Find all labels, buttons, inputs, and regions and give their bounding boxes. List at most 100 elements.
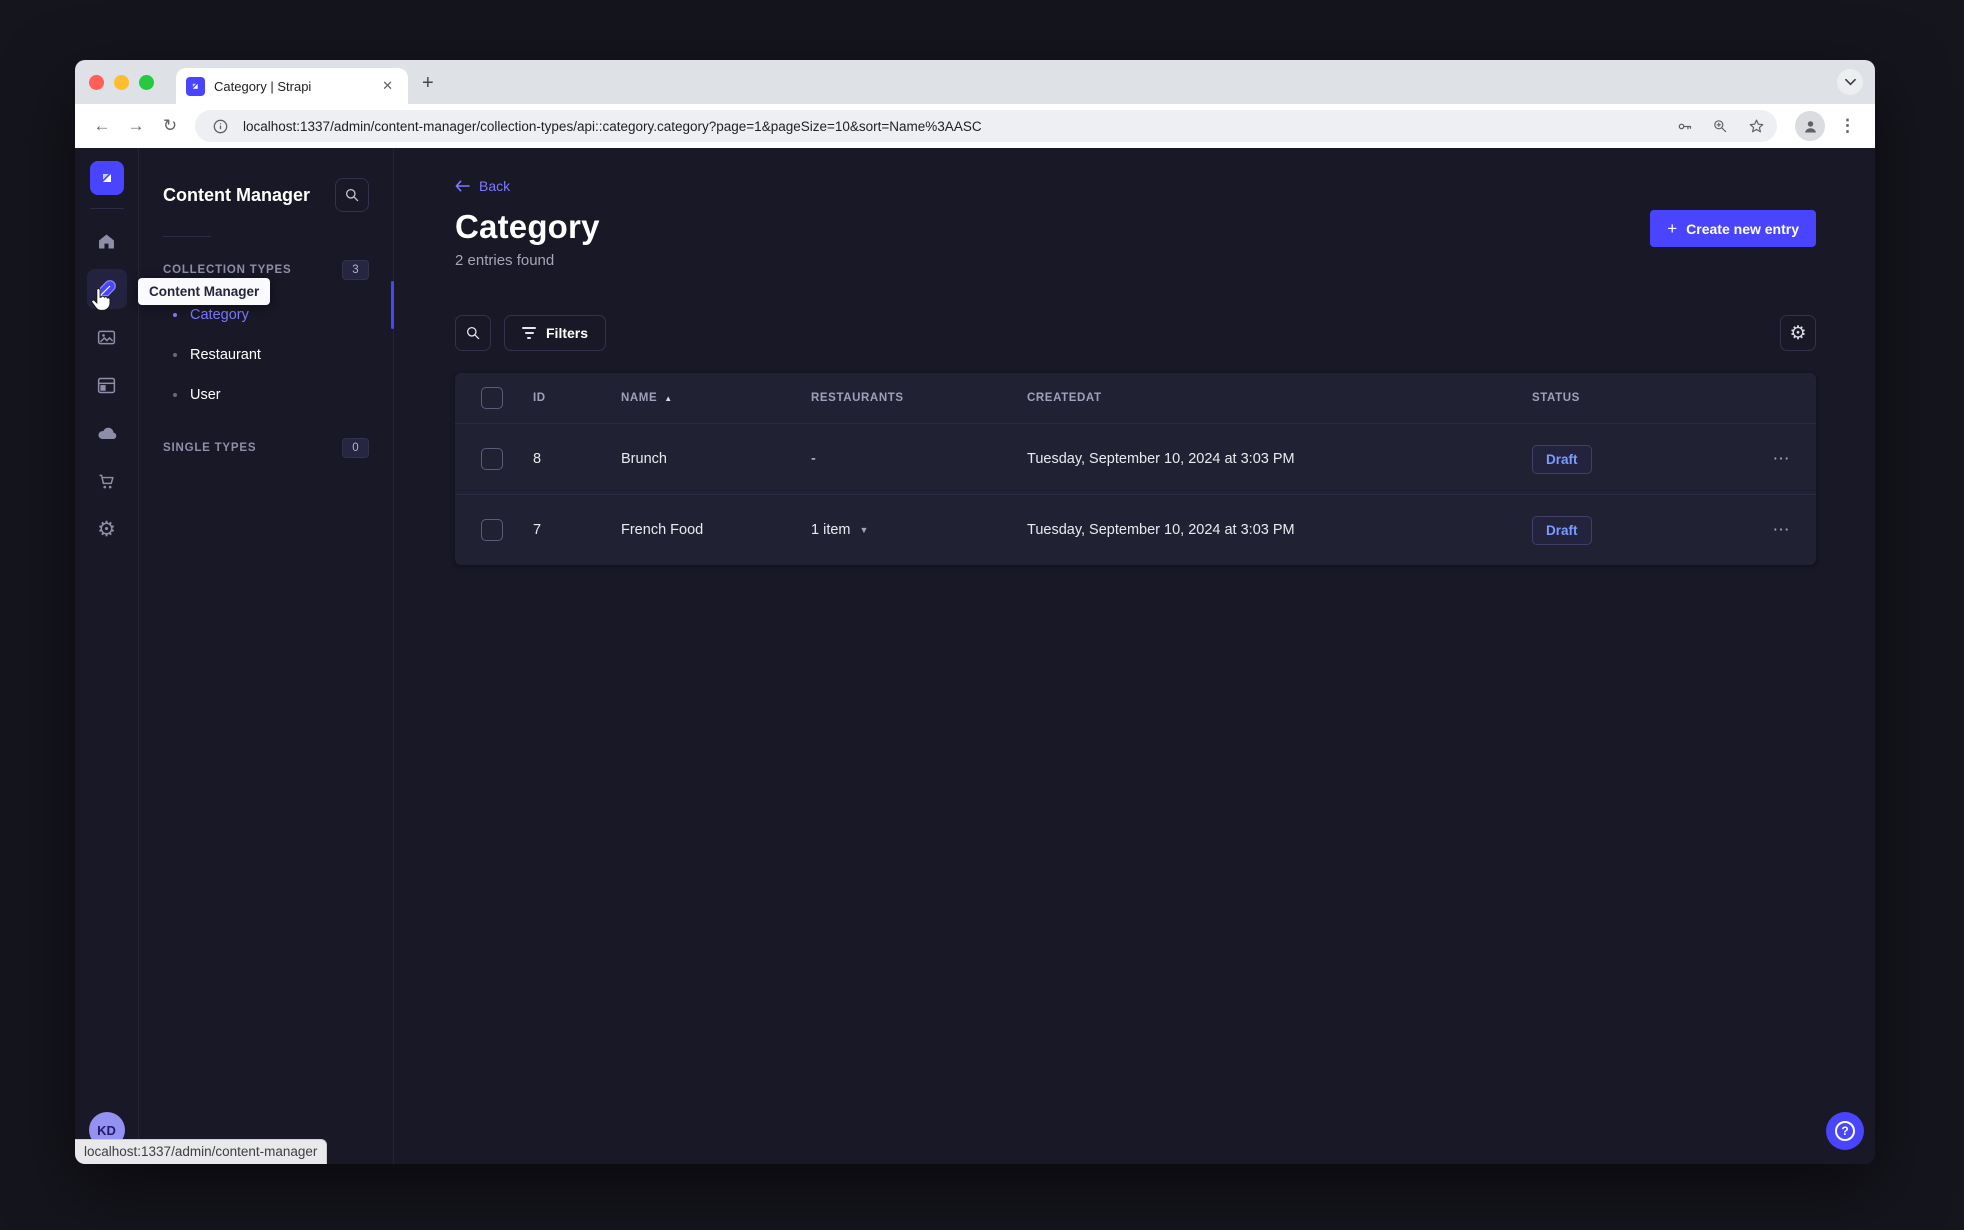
- column-header-status[interactable]: STATUS: [1532, 392, 1747, 404]
- search-icon: [467, 327, 480, 340]
- column-header-id[interactable]: ID: [533, 392, 621, 404]
- collection-types-list: Category Restaurant User: [163, 295, 369, 415]
- collection-types-label: COLLECTION TYPES: [163, 264, 292, 276]
- panel-search-button[interactable]: [335, 178, 369, 212]
- column-header-restaurants[interactable]: RESTAURANTS: [811, 392, 1027, 404]
- gear-icon: ⚙: [1789, 322, 1807, 344]
- sidebar-item-user[interactable]: User: [163, 375, 369, 415]
- table-header-row: ID NAME ▲ RESTAURANTS CREATEDAT STATUS: [455, 373, 1816, 423]
- rail-divider: [89, 208, 124, 209]
- tab-search-chevron-icon[interactable]: [1837, 69, 1863, 95]
- cell-name: Brunch: [621, 451, 667, 467]
- window-controls: [89, 74, 154, 90]
- browser-window: Category | Strapi ✕ + ← → ↻ localhost:13…: [75, 60, 1875, 1164]
- new-tab-button[interactable]: +: [422, 64, 434, 95]
- cell-name: French Food: [621, 522, 704, 538]
- url-text: localhost:1337/admin/content-manager/col…: [243, 118, 982, 134]
- row-checkbox[interactable]: [481, 448, 503, 470]
- question-mark-icon: ?: [1835, 1121, 1855, 1141]
- search-button[interactable]: [455, 315, 491, 351]
- strapi-logo[interactable]: [89, 161, 124, 195]
- browser-toolbar: ← → ↻ localhost:1337/admin/content-manag…: [75, 104, 1875, 148]
- bullet-icon: [173, 313, 177, 317]
- select-all-checkbox[interactable]: [481, 387, 503, 409]
- collection-types-section-header[interactable]: COLLECTION TYPES 3: [163, 260, 369, 280]
- cloud-icon[interactable]: [87, 413, 127, 453]
- expand-relation-caret-icon[interactable]: ▼: [860, 525, 869, 535]
- desktop-background: Category | Strapi ✕ + ← → ↻ localhost:13…: [0, 0, 1964, 1230]
- browser-profile-avatar[interactable]: [1795, 111, 1825, 141]
- plus-icon: +: [1667, 218, 1678, 238]
- cell-id: 7: [533, 522, 542, 538]
- create-new-entry-label: Create new entry: [1686, 220, 1799, 237]
- bullet-icon: [173, 353, 177, 357]
- entries-count-subtitle: 2 entries found: [455, 252, 555, 269]
- cell-id: 8: [533, 451, 542, 467]
- browser-status-bar: localhost:1337/admin/content-manager: [75, 1139, 328, 1164]
- content-manager-tooltip: Content Manager: [138, 278, 271, 305]
- site-info-icon[interactable]: [207, 113, 233, 139]
- sidebar-item-label: User: [190, 387, 221, 403]
- create-new-entry-button[interactable]: + Create new entry: [1650, 210, 1816, 247]
- maximize-window-button[interactable]: [139, 74, 154, 90]
- single-types-count-badge: 0: [342, 438, 369, 458]
- help-button[interactable]: ?: [1826, 1112, 1864, 1150]
- reload-icon[interactable]: ↻: [155, 111, 185, 141]
- marketplace-icon[interactable]: [87, 461, 127, 501]
- column-header-name[interactable]: NAME ▲: [621, 392, 811, 404]
- sidebar-item-label: Category: [190, 307, 249, 323]
- filters-label: Filters: [546, 325, 589, 341]
- forward-nav-icon[interactable]: →: [121, 111, 151, 141]
- panel-divider: [163, 236, 211, 237]
- panel-title: Content Manager: [163, 184, 311, 205]
- close-window-button[interactable]: [89, 74, 104, 90]
- table-row[interactable]: 7 French Food 1 item ▼ Tuesday, Septembe…: [455, 494, 1816, 565]
- single-types-label: SINGLE TYPES: [163, 442, 257, 454]
- status-badge: Draft: [1532, 444, 1592, 474]
- back-link[interactable]: Back: [455, 178, 510, 194]
- entries-table: ID NAME ▲ RESTAURANTS CREATEDAT STATUS 8 …: [455, 373, 1816, 565]
- row-actions-kebab-icon[interactable]: ⋯: [1747, 520, 1816, 540]
- media-library-icon[interactable]: [87, 317, 127, 357]
- strapi-favicon-icon: [186, 76, 205, 96]
- tab-close-icon[interactable]: ✕: [377, 76, 398, 96]
- browser-tab-strip: Category | Strapi ✕ +: [75, 60, 1875, 104]
- cell-restaurants: 1 item: [811, 522, 851, 538]
- collection-types-count-badge: 3: [342, 260, 369, 280]
- active-item-indicator: [391, 281, 394, 329]
- cell-createdat: Tuesday, September 10, 2024 at 3:03 PM: [1027, 451, 1295, 467]
- back-label: Back: [479, 178, 511, 194]
- single-types-section-header[interactable]: SINGLE TYPES 0: [163, 438, 369, 458]
- minimize-window-button[interactable]: [114, 74, 129, 90]
- view-settings-button[interactable]: ⚙: [1780, 315, 1816, 351]
- list-controls: Filters ⚙: [455, 315, 1816, 351]
- zoom-icon[interactable]: [1707, 113, 1733, 139]
- sort-asc-icon: ▲: [664, 393, 673, 403]
- back-arrow-icon: [455, 180, 470, 192]
- sidebar-item-label: Restaurant: [190, 347, 261, 363]
- back-nav-icon[interactable]: ←: [87, 111, 117, 141]
- cell-createdat: Tuesday, September 10, 2024 at 3:03 PM: [1027, 522, 1295, 538]
- table-row[interactable]: 8 Brunch - Tuesday, September 10, 2024 a…: [455, 423, 1816, 494]
- column-header-createdat[interactable]: CREATEDAT: [1027, 392, 1532, 404]
- cell-restaurants: -: [811, 451, 816, 467]
- filters-button[interactable]: Filters: [504, 315, 607, 351]
- page-title: Category: [455, 208, 600, 245]
- password-key-icon[interactable]: [1671, 113, 1697, 139]
- mouse-cursor-hand: [89, 287, 111, 317]
- status-badge: Draft: [1532, 515, 1592, 545]
- settings-icon[interactable]: ⚙: [87, 509, 127, 549]
- address-bar[interactable]: localhost:1337/admin/content-manager/col…: [195, 110, 1777, 142]
- browser-tab[interactable]: Category | Strapi ✕: [176, 68, 408, 104]
- home-icon[interactable]: [87, 221, 127, 261]
- list-view-main: Back Category + Create new entry 2 entri…: [394, 148, 1875, 1164]
- bookmark-star-icon[interactable]: [1743, 113, 1769, 139]
- bullet-icon: [173, 393, 177, 397]
- content-type-builder-icon[interactable]: [87, 365, 127, 405]
- browser-menu-kebab-icon[interactable]: ⋮: [1839, 116, 1857, 136]
- row-actions-kebab-icon[interactable]: ⋯: [1747, 449, 1816, 469]
- filter-icon: [522, 327, 536, 339]
- row-checkbox[interactable]: [481, 519, 503, 541]
- strapi-admin-app: ⚙ KD Content Manager COLLECTION TYPES 3: [75, 148, 1875, 1164]
- sidebar-item-restaurant[interactable]: Restaurant: [163, 335, 369, 375]
